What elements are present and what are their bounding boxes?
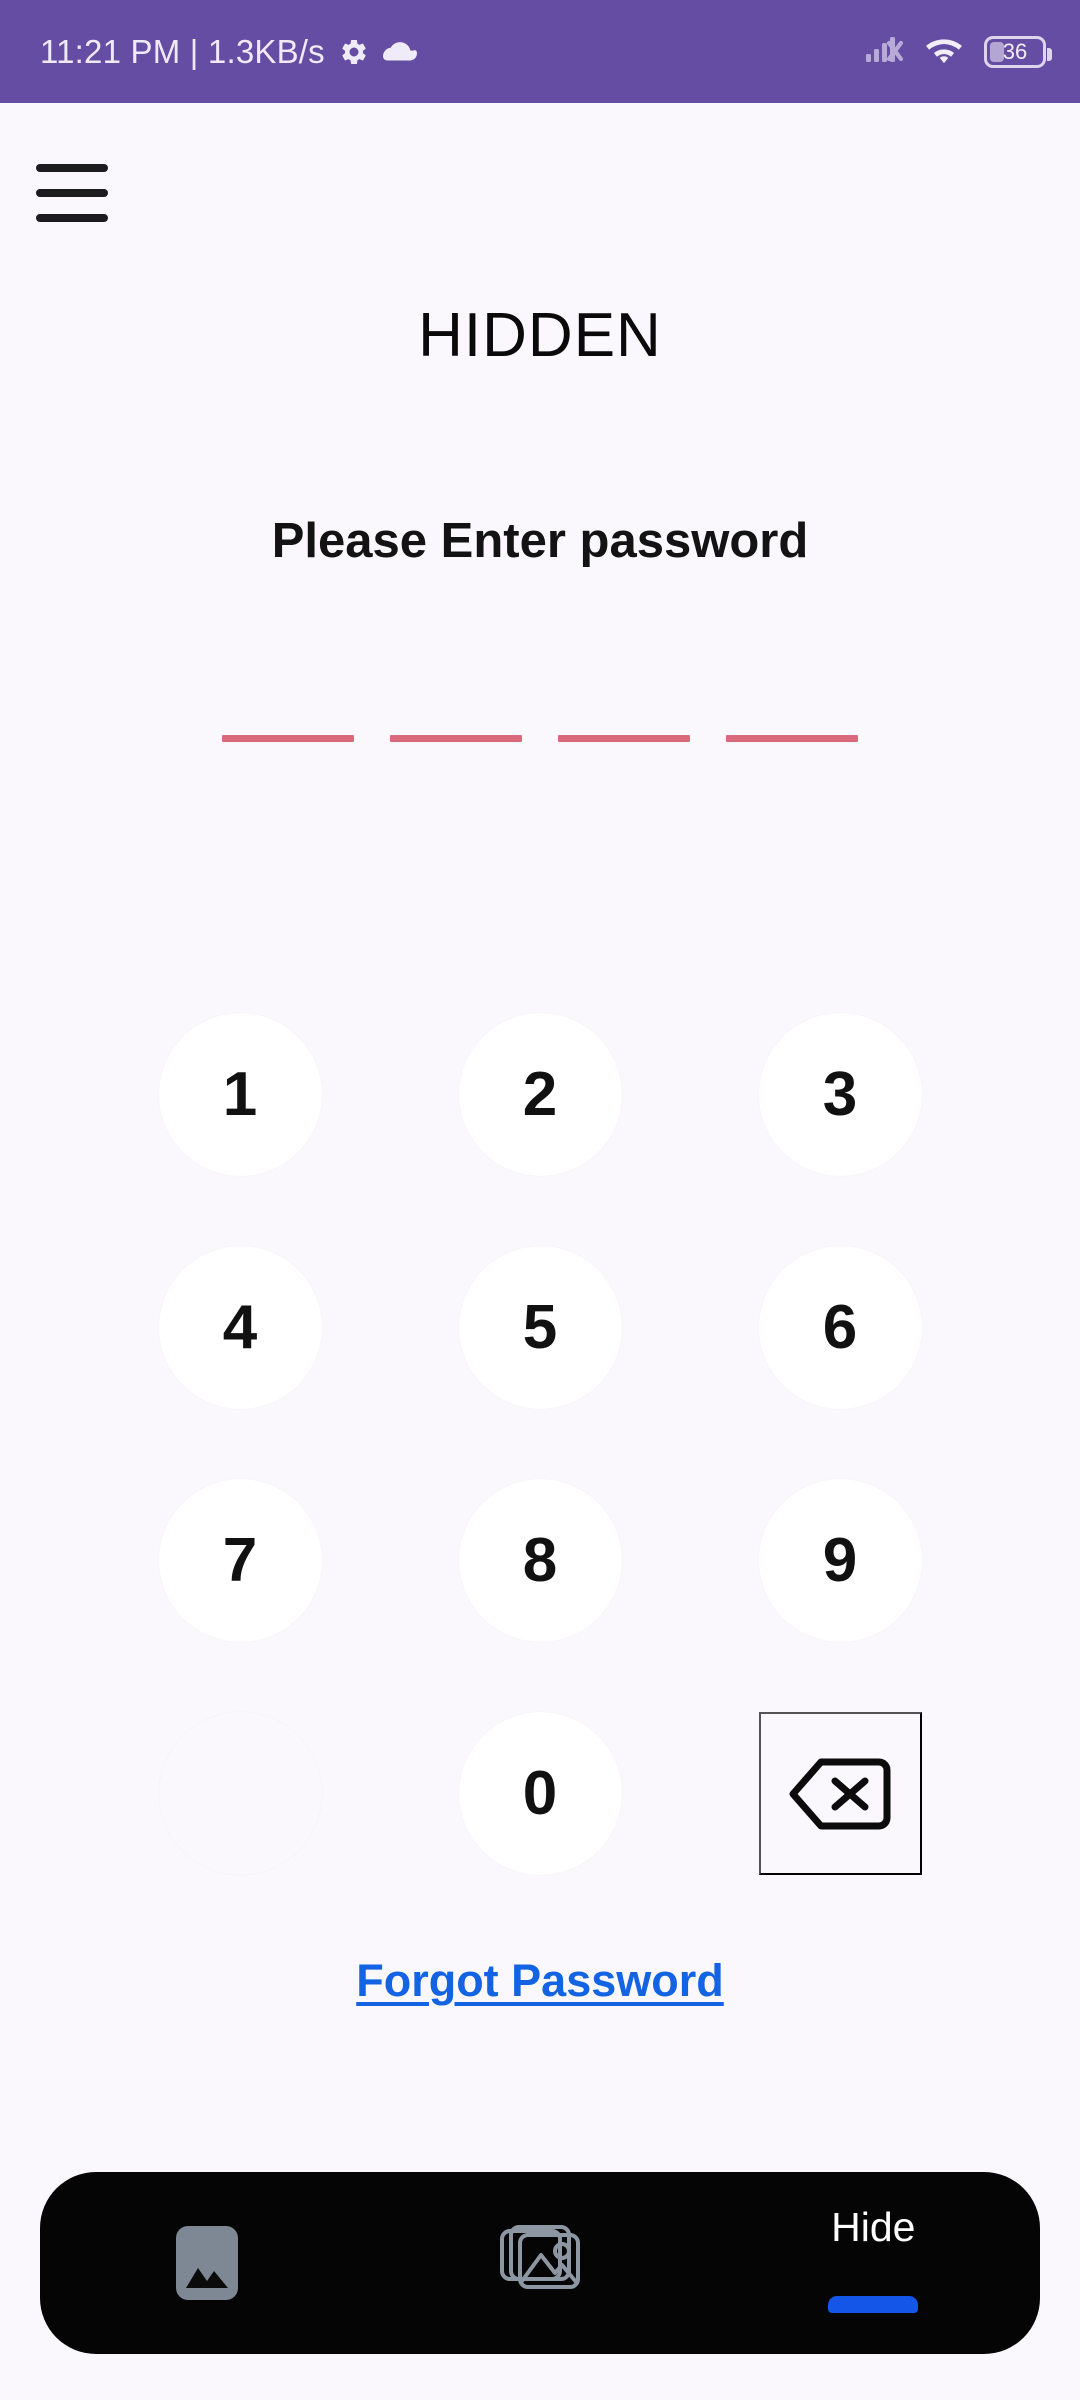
hamburger-menu-icon[interactable] <box>30 158 114 228</box>
keypad-cell-2: 2 <box>390 992 690 1197</box>
status-clock-and-network: 11:21 PM | 1.3KB/s <box>40 32 325 70</box>
password-prompt-label: Please Enter password <box>271 514 809 568</box>
keypad-key-6[interactable]: 6 <box>758 1246 922 1409</box>
keypad-cell-0: 0 <box>390 1691 690 1896</box>
keypad-cell-1: 1 <box>90 992 390 1197</box>
battery-indicator: 36 <box>984 35 1052 68</box>
numeric-keypad: 1 2 3 4 5 6 7 8 9 0 <box>90 992 990 1896</box>
pin-dash-2 <box>390 735 522 742</box>
keypad-cell-8: 8 <box>390 1458 690 1663</box>
backspace-icon[interactable] <box>758 1712 922 1875</box>
battery-percent-label: 36 <box>1002 38 1028 64</box>
keypad-key-9[interactable]: 9 <box>758 1479 922 1642</box>
bottom-nav-gallery-button[interactable] <box>373 2172 706 2354</box>
keypad-cell-5: 5 <box>390 1225 690 1430</box>
gear-icon <box>339 37 369 67</box>
status-bar-left: 11:21 PM | 1.3KB/s <box>40 33 417 71</box>
hide-label: Hide <box>831 2204 916 2250</box>
keypad-cell-7: 7 <box>90 1458 390 1663</box>
keypad-cell-6: 6 <box>690 1225 990 1430</box>
keypad-cell-4: 4 <box>90 1225 390 1430</box>
hamburger-bar-1 <box>36 164 108 172</box>
keypad-key-blank <box>159 1712 322 1875</box>
keypad-key-1[interactable]: 1 <box>158 1013 322 1176</box>
status-bar-right: 36 <box>866 34 1052 69</box>
hamburger-bar-2 <box>36 189 108 197</box>
cloud-icon <box>382 40 417 64</box>
photo-stack-icon <box>498 2221 582 2306</box>
keypad-key-7[interactable]: 7 <box>158 1479 322 1642</box>
status-bar: 11:21 PM | 1.3KB/s 36 <box>0 0 1080 103</box>
bottom-nav-hide-button[interactable]: Hide <box>707 2172 1040 2354</box>
keypad-key-8[interactable]: 8 <box>458 1479 622 1642</box>
pin-entry-display <box>0 735 1080 742</box>
hamburger-bar-3 <box>36 214 108 222</box>
keypad-key-0[interactable]: 0 <box>458 1712 622 1875</box>
pin-dash-3 <box>558 735 690 742</box>
home-indicator-bar <box>828 2296 919 2313</box>
keypad-key-5[interactable]: 5 <box>458 1246 622 1409</box>
pin-dash-4 <box>726 735 858 742</box>
keypad-key-4[interactable]: 4 <box>158 1246 322 1409</box>
bottom-navigation-bar: Hide <box>40 2172 1040 2354</box>
keypad-cell-9: 9 <box>690 1458 990 1663</box>
bottom-nav-wallpaper-button[interactable] <box>40 2172 373 2354</box>
keypad-key-3[interactable]: 3 <box>758 1013 922 1176</box>
pin-dash-1 <box>222 735 354 742</box>
wifi-icon <box>924 34 964 69</box>
keypad-key-2[interactable]: 2 <box>458 1013 622 1176</box>
page-title: HIDDEN <box>418 301 662 370</box>
keypad-cell-blank <box>90 1691 390 1896</box>
signal-no-sim-icon <box>866 34 904 69</box>
keypad-cell-3: 3 <box>690 992 990 1197</box>
forgot-password-link[interactable]: Forgot Password <box>0 1955 1080 2007</box>
keypad-cell-backspace <box>690 1691 990 1896</box>
image-icon <box>175 2226 238 2300</box>
